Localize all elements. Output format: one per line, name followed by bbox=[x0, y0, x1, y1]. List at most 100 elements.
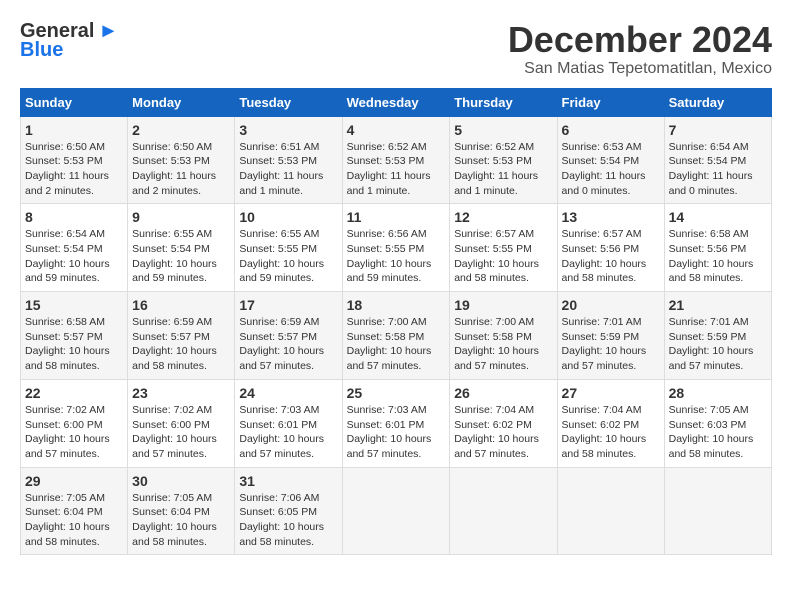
calendar-cell: 10Sunrise: 6:55 AMSunset: 5:55 PMDayligh… bbox=[235, 204, 342, 292]
cell-info: Sunrise: 7:04 AMSunset: 6:02 PMDaylight:… bbox=[562, 403, 660, 462]
day-number: 13 bbox=[562, 209, 660, 225]
day-number: 23 bbox=[132, 385, 230, 401]
calendar-cell: 11Sunrise: 6:56 AMSunset: 5:55 PMDayligh… bbox=[342, 204, 450, 292]
cell-info: Sunrise: 6:54 AMSunset: 5:54 PMDaylight:… bbox=[669, 140, 767, 199]
day-number: 19 bbox=[454, 297, 552, 313]
calendar-cell: 24 Sunrise: 7:03 AMSunset: 6:01 PMDayligh… bbox=[235, 379, 342, 467]
calendar-header: SundayMondayTuesdayWednesdayThursdayFrid… bbox=[21, 88, 772, 116]
calendar-cell: 13 Sunrise: 6:57 AMSunset: 5:56 PMDayligh… bbox=[557, 204, 664, 292]
day-number: 26 bbox=[454, 385, 552, 401]
calendar-cell bbox=[342, 467, 450, 555]
cell-info: Sunrise: 7:00 AMSunset: 5:58 PMDaylight:… bbox=[454, 315, 552, 374]
calendar-cell: 20 Sunrise: 7:01 AMSunset: 5:59 PMDayligh… bbox=[557, 292, 664, 380]
cell-info: Sunrise: 6:52 AMSunset: 5:53 PMDaylight:… bbox=[347, 140, 446, 199]
page-header: General ► Blue December 2024 San Matias … bbox=[20, 20, 772, 78]
day-number: 17 bbox=[239, 297, 337, 313]
day-number: 15 bbox=[25, 297, 123, 313]
weekday-header-row: SundayMondayTuesdayWednesdayThursdayFrid… bbox=[21, 88, 772, 116]
day-number: 14 bbox=[669, 209, 767, 225]
weekday-header-wednesday: Wednesday bbox=[342, 88, 450, 116]
calendar-cell: 4 Sunrise: 6:52 AMSunset: 5:53 PMDaylight… bbox=[342, 116, 450, 204]
cell-info: Sunrise: 7:05 AMSunset: 6:04 PMDaylight:… bbox=[132, 491, 230, 550]
cell-info: Sunrise: 7:04 AMSunset: 6:02 PMDaylight:… bbox=[454, 403, 552, 462]
weekday-header-monday: Monday bbox=[128, 88, 235, 116]
cell-info: Sunrise: 6:50 AMSunset: 5:53 PMDaylight:… bbox=[25, 140, 123, 199]
calendar-cell: 16 Sunrise: 6:59 AMSunset: 5:57 PMDayligh… bbox=[128, 292, 235, 380]
calendar-week-3: 15 Sunrise: 6:58 AMSunset: 5:57 PMDayligh… bbox=[21, 292, 772, 380]
calendar-cell: 3Sunrise: 6:51 AMSunset: 5:53 PMDaylight… bbox=[235, 116, 342, 204]
cell-info: Sunrise: 7:05 AMSunset: 6:04 PMDaylight:… bbox=[25, 491, 123, 550]
calendar-cell: 22 Sunrise: 7:02 AMSunset: 6:00 PMDayligh… bbox=[21, 379, 128, 467]
calendar-cell: 1 Sunrise: 6:50 AMSunset: 5:53 PMDaylight… bbox=[21, 116, 128, 204]
cell-info: Sunrise: 6:57 AMSunset: 5:55 PMDaylight:… bbox=[454, 227, 552, 286]
calendar-cell: 5 Sunrise: 6:52 AMSunset: 5:53 PMDaylight… bbox=[450, 116, 557, 204]
calendar-cell: 18 Sunrise: 7:00 AMSunset: 5:58 PMDayligh… bbox=[342, 292, 450, 380]
day-number: 3 bbox=[239, 122, 337, 138]
weekday-header-friday: Friday bbox=[557, 88, 664, 116]
day-number: 21 bbox=[669, 297, 767, 313]
cell-info: Sunrise: 7:02 AMSunset: 6:00 PMDaylight:… bbox=[25, 403, 123, 462]
cell-info: Sunrise: 7:05 AMSunset: 6:03 PMDaylight:… bbox=[669, 403, 767, 462]
calendar-cell bbox=[664, 467, 771, 555]
calendar-week-1: 1 Sunrise: 6:50 AMSunset: 5:53 PMDaylight… bbox=[21, 116, 772, 204]
cell-info: Sunrise: 6:54 AMSunset: 5:54 PMDaylight:… bbox=[25, 227, 123, 286]
cell-info: Sunrise: 7:06 AMSunset: 6:05 PMDaylight:… bbox=[239, 491, 337, 550]
day-number: 16 bbox=[132, 297, 230, 313]
day-number: 10 bbox=[239, 209, 337, 225]
cell-info: Sunrise: 7:03 AMSunset: 6:01 PMDaylight:… bbox=[347, 403, 446, 462]
day-number: 28 bbox=[669, 385, 767, 401]
logo: General ► Blue bbox=[20, 20, 118, 62]
cell-info: Sunrise: 6:59 AMSunset: 5:57 PMDaylight:… bbox=[132, 315, 230, 374]
calendar-cell: 2 Sunrise: 6:50 AMSunset: 5:53 PMDaylight… bbox=[128, 116, 235, 204]
cell-info: Sunrise: 6:58 AMSunset: 5:57 PMDaylight:… bbox=[25, 315, 123, 374]
calendar-cell: 12Sunrise: 6:57 AMSunset: 5:55 PMDayligh… bbox=[450, 204, 557, 292]
cell-info: Sunrise: 7:02 AMSunset: 6:00 PMDaylight:… bbox=[132, 403, 230, 462]
day-number: 24 bbox=[239, 385, 337, 401]
day-number: 5 bbox=[454, 122, 552, 138]
cell-info: Sunrise: 7:01 AMSunset: 5:59 PMDaylight:… bbox=[669, 315, 767, 374]
cell-info: Sunrise: 6:56 AMSunset: 5:55 PMDaylight:… bbox=[347, 227, 446, 286]
cell-info: Sunrise: 6:50 AMSunset: 5:53 PMDaylight:… bbox=[132, 140, 230, 199]
calendar-cell: 31Sunrise: 7:06 AMSunset: 6:05 PMDayligh… bbox=[235, 467, 342, 555]
location-title: San Matias Tepetomatitlan, Mexico bbox=[508, 60, 772, 78]
weekday-header-sunday: Sunday bbox=[21, 88, 128, 116]
cell-info: Sunrise: 6:53 AMSunset: 5:54 PMDaylight:… bbox=[562, 140, 660, 199]
calendar-cell: 17Sunrise: 6:59 AMSunset: 5:57 PMDayligh… bbox=[235, 292, 342, 380]
calendar-cell: 9 Sunrise: 6:55 AMSunset: 5:54 PMDaylight… bbox=[128, 204, 235, 292]
calendar-week-5: 29Sunrise: 7:05 AMSunset: 6:04 PMDayligh… bbox=[21, 467, 772, 555]
day-number: 4 bbox=[347, 122, 446, 138]
calendar-cell: 8 Sunrise: 6:54 AMSunset: 5:54 PMDaylight… bbox=[21, 204, 128, 292]
day-number: 18 bbox=[347, 297, 446, 313]
cell-info: Sunrise: 7:01 AMSunset: 5:59 PMDaylight:… bbox=[562, 315, 660, 374]
calendar-cell bbox=[450, 467, 557, 555]
calendar-cell: 27 Sunrise: 7:04 AMSunset: 6:02 PMDayligh… bbox=[557, 379, 664, 467]
cell-info: Sunrise: 6:55 AMSunset: 5:54 PMDaylight:… bbox=[132, 227, 230, 286]
day-number: 9 bbox=[132, 209, 230, 225]
day-number: 1 bbox=[25, 122, 123, 138]
day-number: 20 bbox=[562, 297, 660, 313]
calendar-cell: 7 Sunrise: 6:54 AMSunset: 5:54 PMDaylight… bbox=[664, 116, 771, 204]
day-number: 7 bbox=[669, 122, 767, 138]
calendar-cell: 23 Sunrise: 7:02 AMSunset: 6:00 PMDayligh… bbox=[128, 379, 235, 467]
calendar-cell: 30 Sunrise: 7:05 AMSunset: 6:04 PMDayligh… bbox=[128, 467, 235, 555]
calendar-cell: 14 Sunrise: 6:58 AMSunset: 5:56 PMDayligh… bbox=[664, 204, 771, 292]
cell-info: Sunrise: 6:58 AMSunset: 5:56 PMDaylight:… bbox=[669, 227, 767, 286]
day-number: 27 bbox=[562, 385, 660, 401]
day-number: 6 bbox=[562, 122, 660, 138]
calendar-cell: 29Sunrise: 7:05 AMSunset: 6:04 PMDayligh… bbox=[21, 467, 128, 555]
cell-info: Sunrise: 6:57 AMSunset: 5:56 PMDaylight:… bbox=[562, 227, 660, 286]
cell-info: Sunrise: 7:03 AMSunset: 6:01 PMDaylight:… bbox=[239, 403, 337, 462]
logo-bird-icon: ► bbox=[98, 20, 118, 43]
day-number: 22 bbox=[25, 385, 123, 401]
day-number: 30 bbox=[132, 473, 230, 489]
cell-info: Sunrise: 6:52 AMSunset: 5:53 PMDaylight:… bbox=[454, 140, 552, 199]
calendar-cell: 6 Sunrise: 6:53 AMSunset: 5:54 PMDaylight… bbox=[557, 116, 664, 204]
day-number: 25 bbox=[347, 385, 446, 401]
title-block: December 2024 San Matias Tepetomatitlan,… bbox=[508, 20, 772, 78]
calendar-cell: 26 Sunrise: 7:04 AMSunset: 6:02 PMDayligh… bbox=[450, 379, 557, 467]
calendar-cell: 19 Sunrise: 7:00 AMSunset: 5:58 PMDayligh… bbox=[450, 292, 557, 380]
cell-info: Sunrise: 7:00 AMSunset: 5:58 PMDaylight:… bbox=[347, 315, 446, 374]
calendar-week-2: 8 Sunrise: 6:54 AMSunset: 5:54 PMDaylight… bbox=[21, 204, 772, 292]
day-number: 2 bbox=[132, 122, 230, 138]
day-number: 8 bbox=[25, 209, 123, 225]
